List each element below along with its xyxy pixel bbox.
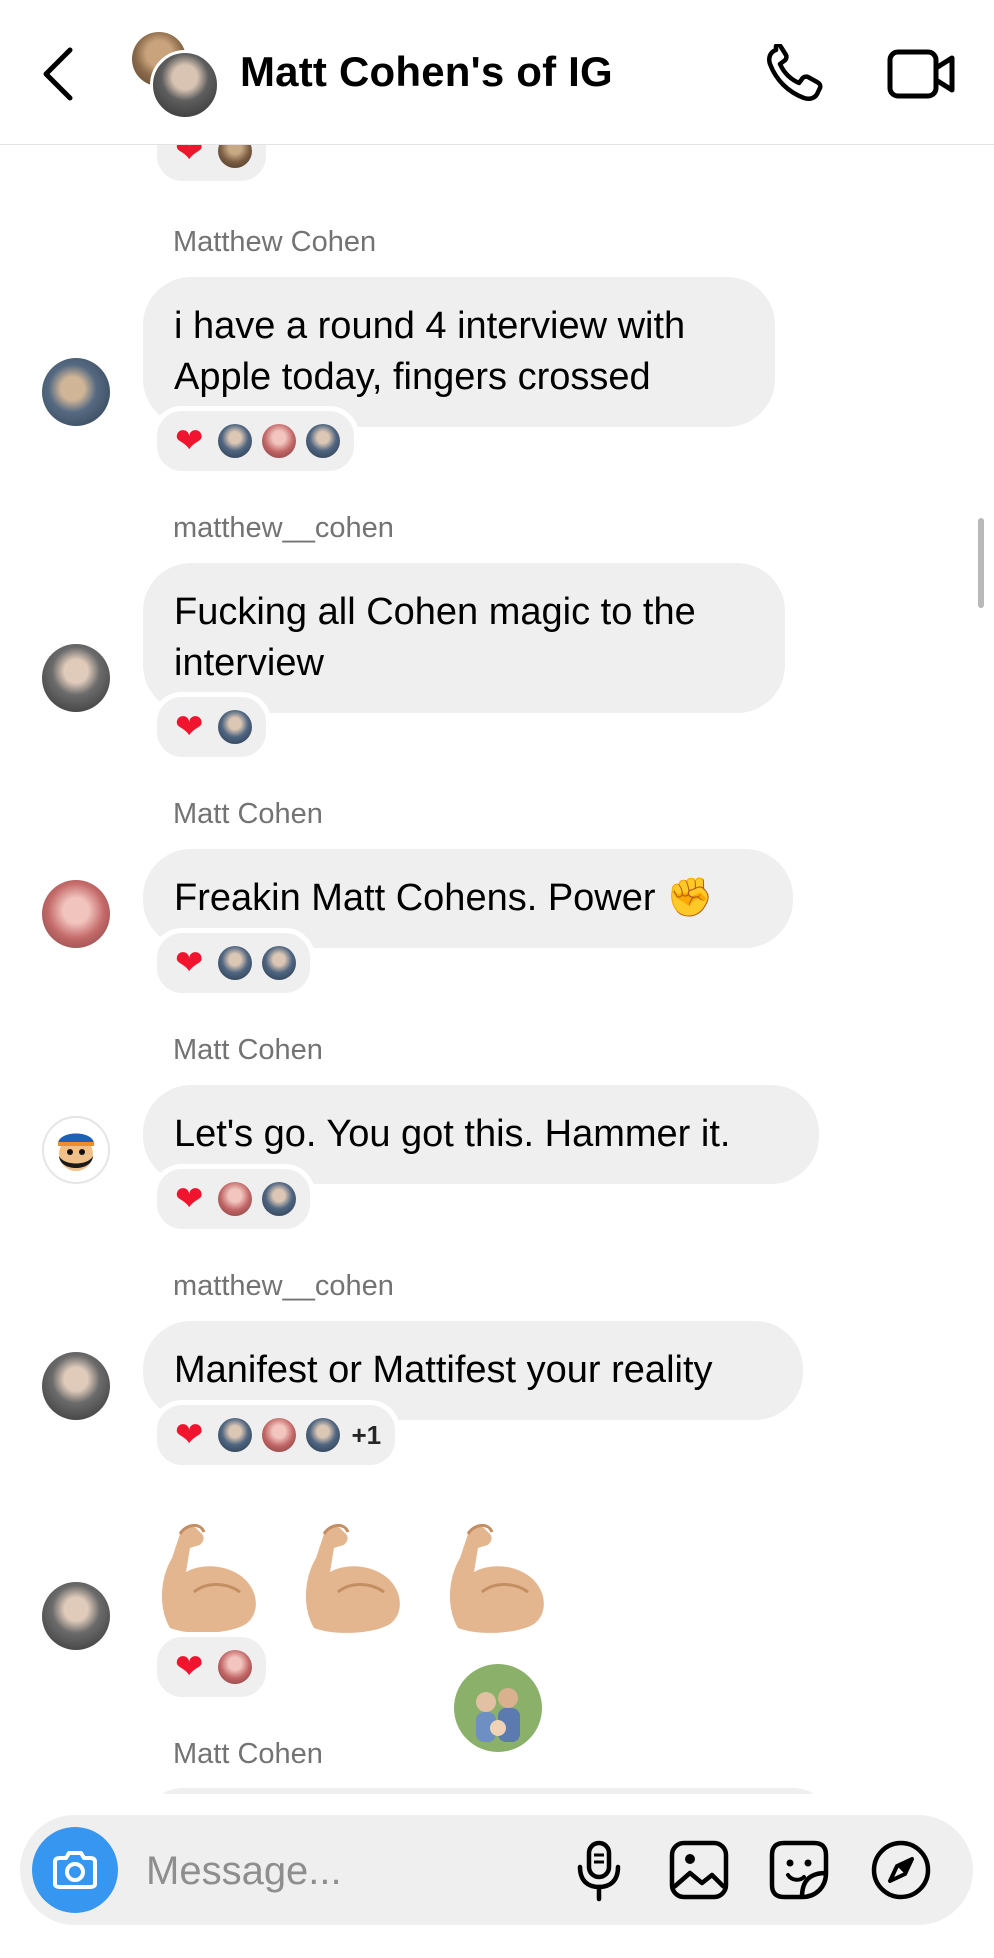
heart-reaction-icon: ❤ bbox=[175, 944, 204, 982]
reactor-avatar bbox=[217, 424, 252, 458]
back-button[interactable] bbox=[38, 44, 78, 104]
seen-by-photo bbox=[450, 1656, 546, 1764]
heart-reaction-icon: ❤ bbox=[175, 708, 204, 746]
explore-button[interactable] bbox=[868, 1837, 934, 1903]
reaction-bar[interactable]: ❤ bbox=[152, 1632, 271, 1702]
compass-icon bbox=[871, 1840, 931, 1900]
flexed-biceps-icon bbox=[161, 1524, 256, 1633]
message-composer bbox=[20, 1815, 973, 1925]
emoji-message[interactable] bbox=[150, 1508, 562, 1638]
group-avatar[interactable] bbox=[132, 32, 220, 120]
scroll-indicator[interactable] bbox=[978, 518, 984, 608]
sender-name: Matt Cohen bbox=[173, 798, 323, 830]
phone-icon bbox=[767, 42, 823, 101]
more-reactions-count: +1 bbox=[351, 1419, 382, 1450]
message-bubble[interactable]: Fucking all Cohen magic to the interview bbox=[143, 563, 785, 713]
reactor-avatar bbox=[261, 946, 296, 980]
video-camera-icon bbox=[887, 49, 955, 99]
sender-name: matthew__cohen bbox=[173, 512, 394, 544]
sticker-button[interactable] bbox=[766, 1837, 832, 1903]
avatar[interactable] bbox=[42, 1352, 110, 1420]
chat-header: Matt Cohen's of IG bbox=[0, 0, 994, 145]
cartoon-avatar-icon bbox=[58, 1133, 94, 1171]
reaction-bar[interactable]: ❤ bbox=[152, 144, 271, 186]
reactor-avatar bbox=[217, 946, 252, 980]
sender-name: matthew__cohen bbox=[173, 1270, 394, 1302]
flexed-biceps-icon bbox=[449, 1524, 544, 1633]
flexed-biceps-icon bbox=[305, 1524, 400, 1633]
reactor-avatar bbox=[305, 424, 340, 458]
reactor-avatar bbox=[217, 710, 252, 744]
reactor-avatar bbox=[261, 424, 296, 458]
avatar[interactable] bbox=[42, 1116, 110, 1184]
avatar[interactable] bbox=[42, 644, 110, 712]
avatar[interactable] bbox=[42, 358, 110, 426]
camera-button[interactable] bbox=[32, 1827, 118, 1913]
reactor-avatar bbox=[261, 1418, 296, 1452]
avatar[interactable] bbox=[42, 1582, 110, 1650]
message-bubble[interactable]: i have a round 4 interview with Apple to… bbox=[143, 277, 775, 427]
reactor-avatar bbox=[217, 144, 252, 168]
camera-icon bbox=[53, 1851, 97, 1889]
reaction-bar[interactable]: ❤ bbox=[152, 1164, 315, 1234]
heart-reaction-icon: ❤ bbox=[175, 422, 204, 460]
heart-reaction-icon: ❤ bbox=[175, 1648, 204, 1686]
heart-reaction-icon: ❤ bbox=[175, 1416, 204, 1454]
message-input[interactable] bbox=[144, 1837, 568, 1905]
reaction-bar[interactable]: ❤ +1 bbox=[152, 1400, 401, 1470]
member-avatar bbox=[150, 50, 220, 120]
video-call-button[interactable] bbox=[886, 44, 958, 104]
chat-title[interactable]: Matt Cohen's of IG bbox=[240, 48, 613, 96]
microphone-icon bbox=[577, 1840, 621, 1902]
reactor-avatar bbox=[305, 1418, 340, 1452]
sticker-icon bbox=[769, 1840, 829, 1900]
audio-call-button[interactable] bbox=[762, 42, 826, 104]
sender-name: Matt Cohen bbox=[173, 1034, 323, 1066]
reactor-avatar bbox=[217, 1418, 252, 1452]
reaction-bar[interactable]: ❤ bbox=[152, 692, 271, 762]
heart-reaction-icon: ❤ bbox=[175, 144, 204, 170]
gallery-button[interactable] bbox=[666, 1837, 732, 1903]
message-thread[interactable]: ❤ Matthew Cohen i have a round 4 intervi… bbox=[0, 144, 994, 1794]
heart-reaction-icon: ❤ bbox=[175, 1180, 204, 1218]
reactor-avatar bbox=[261, 1182, 296, 1216]
reaction-bar[interactable]: ❤ bbox=[152, 406, 359, 476]
seen-by-avatar[interactable] bbox=[446, 1656, 550, 1768]
avatar[interactable] bbox=[42, 880, 110, 948]
reactor-avatar bbox=[217, 1182, 252, 1216]
reaction-bar[interactable]: ❤ bbox=[152, 928, 315, 998]
message-bubble[interactable] bbox=[143, 1788, 833, 1794]
image-icon bbox=[669, 1840, 729, 1900]
sender-name: Matthew Cohen bbox=[173, 226, 377, 258]
reactor-avatar bbox=[217, 1650, 252, 1684]
sender-name: Matt Cohen bbox=[173, 1738, 323, 1770]
voice-message-button[interactable] bbox=[566, 1837, 632, 1903]
chevron-left-icon bbox=[43, 47, 73, 101]
